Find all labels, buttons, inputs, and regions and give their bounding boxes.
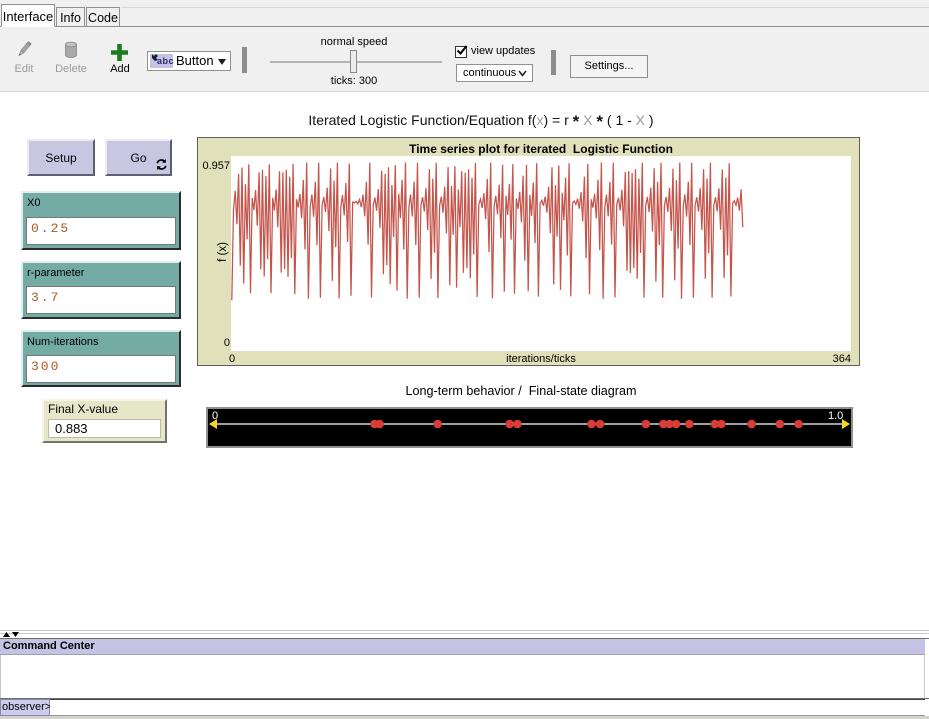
svg-text:0: 0 [212, 410, 218, 422]
svg-text:1.0: 1.0 [828, 410, 843, 422]
